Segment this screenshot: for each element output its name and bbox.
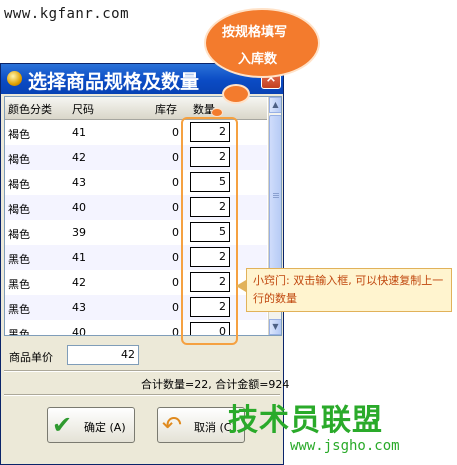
scroll-up-icon[interactable]: ▲ <box>269 97 281 113</box>
brand-logo: 技术员联盟 <box>228 403 383 438</box>
row-size: 41 <box>72 251 86 264</box>
tip-text: 小窍门: 双击输入框, 可以快速复制上一行的数量 <box>253 274 444 305</box>
row-size: 42 <box>72 151 86 164</box>
divider <box>4 370 280 372</box>
row-stock: 0 <box>172 226 179 239</box>
row-color: 褐色 <box>8 203 30 216</box>
row-color: 黑色 <box>8 303 30 316</box>
row-color: 褐色 <box>8 153 30 166</box>
ok-button[interactable]: ✔ 确定 (A) <box>47 407 135 443</box>
row-stock: 0 <box>172 151 179 164</box>
header-size[interactable]: 尺码 <box>72 101 94 117</box>
coins-icon <box>7 71 22 86</box>
callout-bubble <box>211 108 223 117</box>
watermark-site-text: www.kgfanr.com <box>4 6 130 22</box>
callout-line1: 按规格填写 <box>222 25 288 40</box>
callout-line2: 入库数 <box>238 52 278 67</box>
tip-pointer <box>236 280 246 292</box>
spec-grid: 颜色分类 尺码 库存 数量 褐色 41 0 2 褐色 42 0 2 褐色 43 0 5 褐色 40 0 2 褐色… <box>4 96 282 336</box>
qty-column-highlight <box>181 117 238 345</box>
callout-cloud <box>204 8 320 78</box>
grip-line <box>273 197 279 198</box>
row-stock: 0 <box>172 126 179 139</box>
brand-url: www.jsgho.com <box>290 438 400 454</box>
row-color: 褐色 <box>8 178 30 191</box>
row-size: 41 <box>72 126 86 139</box>
row-color: 黑色 <box>8 328 30 336</box>
row-size: 40 <box>72 326 86 336</box>
row-color: 褐色 <box>8 228 30 241</box>
scroll-down-icon[interactable]: ▼ <box>269 319 281 335</box>
row-color: 黑色 <box>8 278 30 291</box>
row-stock: 0 <box>172 176 179 189</box>
dialog-title: 选择商品规格及数量 <box>28 71 200 93</box>
row-stock: 0 <box>172 326 179 336</box>
row-stock: 0 <box>172 276 179 289</box>
summary-text: 合计数量=22, 合计金额=924 <box>141 378 290 391</box>
unit-price-input[interactable]: 42 <box>67 345 139 365</box>
tip-box: 小窍门: 双击输入框, 可以快速复制上一行的数量 <box>246 268 452 312</box>
scroll-thumb[interactable] <box>269 115 281 275</box>
unit-price-label: 商品单价 <box>9 351 53 364</box>
ok-button-label: 确定 (A) <box>84 421 126 434</box>
header-stock[interactable]: 库存 <box>155 101 177 117</box>
row-stock: 0 <box>172 251 179 264</box>
header-color[interactable]: 颜色分类 <box>8 101 52 117</box>
row-stock: 0 <box>172 301 179 314</box>
callout-bubble <box>222 84 250 104</box>
grip-line <box>273 195 279 196</box>
undo-arrow-icon: ↶ <box>162 411 183 439</box>
row-size: 39 <box>72 226 86 239</box>
row-size: 42 <box>72 276 86 289</box>
row-size: 40 <box>72 201 86 214</box>
row-size: 43 <box>72 301 86 314</box>
row-stock: 0 <box>172 201 179 214</box>
row-color: 褐色 <box>8 128 30 141</box>
fill-quantity-callout: 按规格填写 入库数 <box>204 8 320 78</box>
grip-line <box>273 193 279 194</box>
checkmark-icon: ✔ <box>52 411 73 439</box>
row-size: 43 <box>72 176 86 189</box>
row-color: 黑色 <box>8 253 30 266</box>
